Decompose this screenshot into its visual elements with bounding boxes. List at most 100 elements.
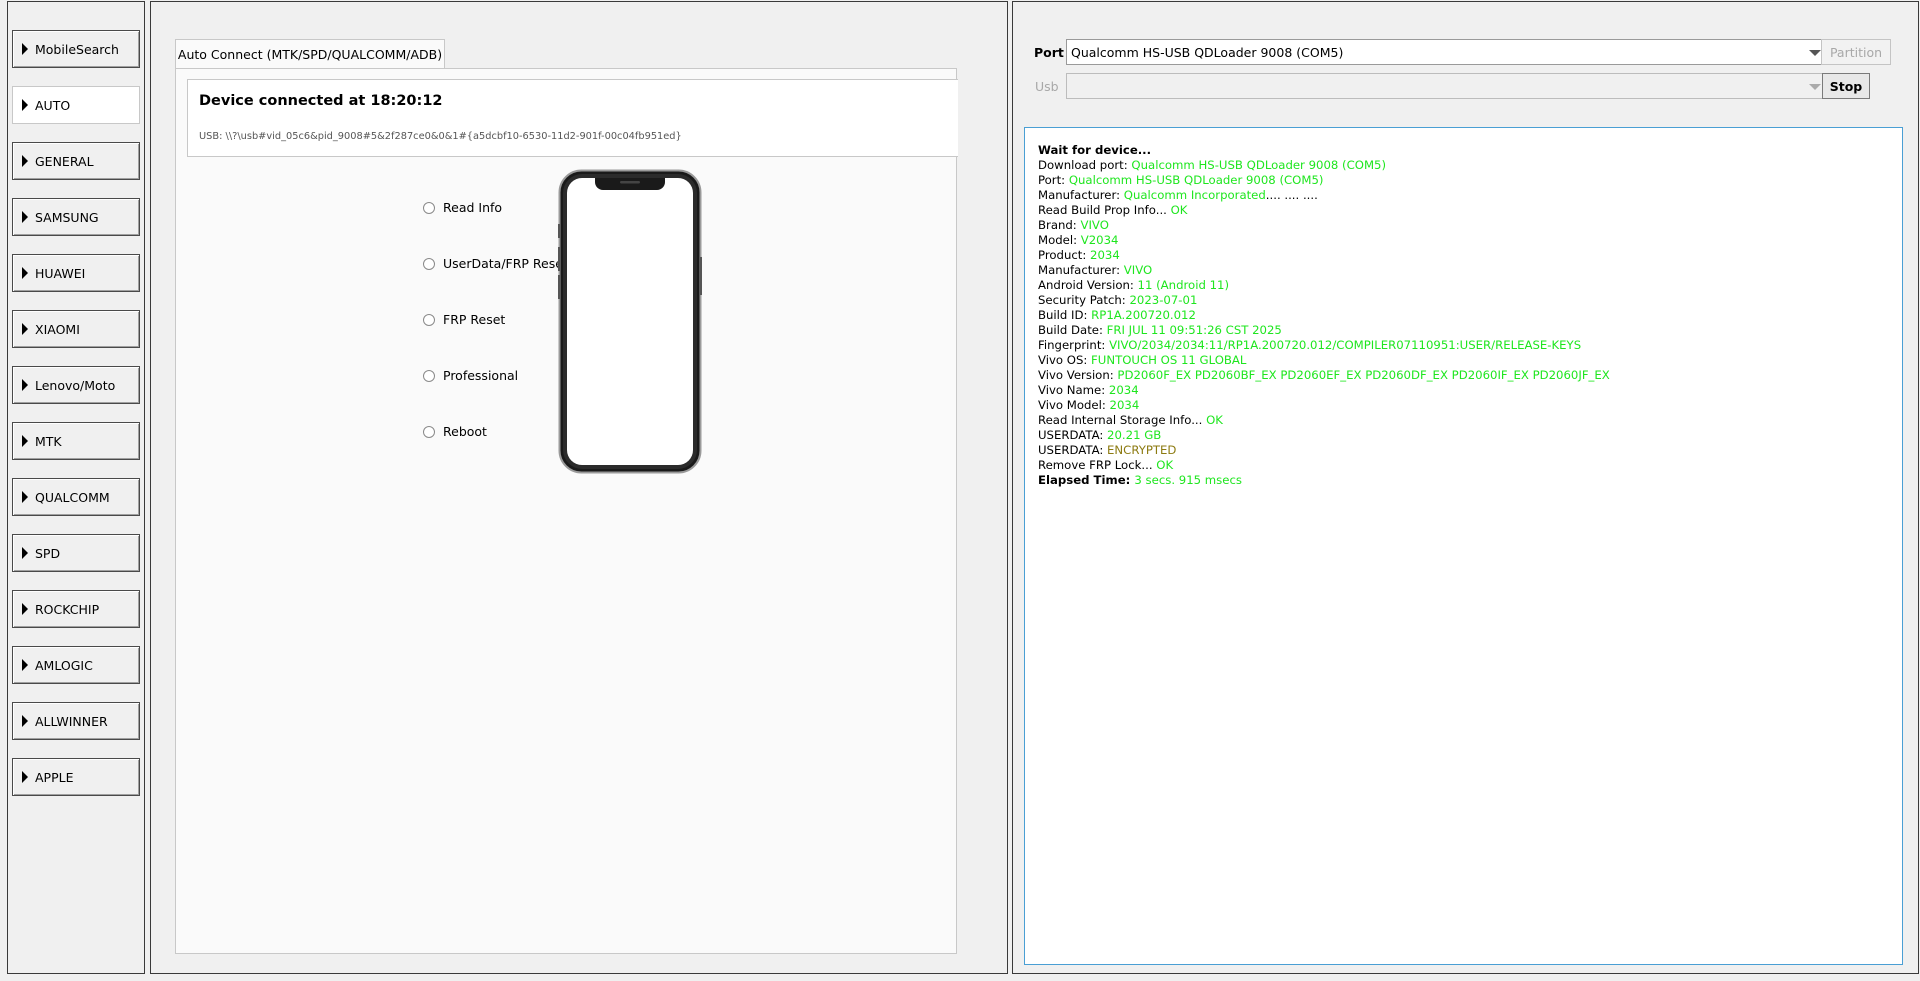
log-line: Model: V2034 xyxy=(1038,233,1902,248)
option-frp-reset[interactable]: FRP Reset xyxy=(423,312,505,327)
expand-arrow-icon xyxy=(22,547,28,559)
option-professional[interactable]: Professional xyxy=(423,368,518,383)
sidebar-item-spd[interactable]: SPD xyxy=(12,534,140,572)
auto-panel: Auto Connect (MTK/SPD/QUALCOMM/ADB) Devi… xyxy=(150,1,1008,974)
sidebar-item-lenovo-moto[interactable]: Lenovo/Moto xyxy=(12,366,140,404)
sidebar-item-label: GENERAL xyxy=(35,153,94,169)
expand-arrow-icon xyxy=(22,267,28,279)
sidebar-item-allwinner[interactable]: ALLWINNER xyxy=(12,702,140,740)
device-status-title: Device connected at 18:20:12 xyxy=(199,93,443,109)
sidebar-item-label: MobileSearch xyxy=(35,41,119,57)
log-value: ENCRYPTED xyxy=(1107,443,1177,457)
sidebar-item-label: AMLOGIC xyxy=(35,657,93,673)
log-value: 2034 xyxy=(1109,398,1140,412)
expand-arrow-icon xyxy=(22,211,28,223)
expand-arrow-icon xyxy=(22,43,28,55)
expand-arrow-icon xyxy=(22,155,28,167)
sidebar-item-label: ROCKCHIP xyxy=(35,601,100,617)
option-userdata-frp-reset[interactable]: UserData/FRP Reset xyxy=(423,256,568,271)
log-key: Security Patch: xyxy=(1038,293,1130,307)
log-line: Wait for device... xyxy=(1038,143,1902,158)
log-line: Brand: VIVO xyxy=(1038,218,1902,233)
sidebar-item-label: AUTO xyxy=(35,97,71,113)
stop-button[interactable]: Stop xyxy=(1822,73,1870,99)
sidebar-item-label: Lenovo/Moto xyxy=(35,377,116,393)
log-value: 2034 xyxy=(1090,248,1120,262)
log-key: Download port: xyxy=(1038,158,1132,172)
log-tail: .... .... .... xyxy=(1265,188,1318,202)
expand-arrow-icon xyxy=(22,491,28,503)
log-line: Read Internal Storage Info... OK xyxy=(1038,413,1902,428)
option-reboot[interactable]: Reboot xyxy=(423,424,487,439)
log-line: Vivo OS: FUNTOUCH OS 11 GLOBAL xyxy=(1038,353,1902,368)
log-value: V2034 xyxy=(1080,233,1119,247)
expand-arrow-icon xyxy=(22,771,28,783)
log-key: Brand: xyxy=(1038,218,1081,232)
tab-auto-connect[interactable]: Auto Connect (MTK/SPD/QUALCOMM/ADB) xyxy=(175,39,445,69)
radio-button[interactable] xyxy=(423,257,435,270)
sidebar-item-general[interactable]: GENERAL xyxy=(12,142,140,180)
radio-button[interactable] xyxy=(423,369,435,382)
option-label: Reboot xyxy=(443,424,487,439)
partition-button[interactable]: Partition xyxy=(1821,39,1891,65)
sidebar-item-label: APPLE xyxy=(35,769,74,785)
log-line: Read Build Prop Info... OK xyxy=(1038,203,1902,218)
log-key: Read Internal Storage Info... xyxy=(1038,413,1207,427)
sidebar-item-amlogic[interactable]: AMLOGIC xyxy=(12,646,140,684)
log-panel: Port Qualcomm HS-USB QDLoader 9008 (COM5… xyxy=(1012,1,1919,974)
log-line: Build ID: RP1A.200720.012 xyxy=(1038,308,1902,323)
option-read-info[interactable]: Read Info xyxy=(423,200,502,215)
log-value: OK xyxy=(1170,203,1188,217)
sidebar-item-label: MTK xyxy=(35,433,62,449)
sidebar-item-auto[interactable]: AUTO xyxy=(12,86,140,124)
log-line: USERDATA: ENCRYPTED xyxy=(1038,443,1902,458)
log-key: Vivo Model: xyxy=(1038,398,1110,412)
log-key: Product: xyxy=(1038,248,1091,262)
option-label: Professional xyxy=(443,368,519,383)
sidebar-item-samsung[interactable]: SAMSUNG xyxy=(12,198,140,236)
log-output: Wait for device... Download port: Qualcom… xyxy=(1024,127,1903,965)
port-select[interactable]: Qualcomm HS-USB QDLoader 9008 (COM5) xyxy=(1066,39,1828,65)
log-key: Vivo Version: xyxy=(1038,368,1118,382)
sidebar-item-label: HUAWEI xyxy=(35,265,86,281)
log-value: FUNTOUCH OS 11 GLOBAL xyxy=(1091,353,1247,367)
sidebar-item-label: SPD xyxy=(35,545,61,561)
sidebar-item-huawei[interactable]: HUAWEI xyxy=(12,254,140,292)
sidebar-item-rockchip[interactable]: ROCKCHIP xyxy=(12,590,140,628)
radio-button[interactable] xyxy=(423,201,435,214)
log-value: Qualcomm Incorporated xyxy=(1123,188,1266,202)
usb-label: Usb xyxy=(1035,79,1059,94)
log-line: Manufacturer: Qualcomm Incorporated.... … xyxy=(1038,188,1902,203)
log-value: VIVO xyxy=(1123,263,1153,277)
log-value: OK xyxy=(1156,458,1174,472)
log-line: Android Version: 11 (Android 11) xyxy=(1038,278,1902,293)
sidebar-item-mobilesearch[interactable]: MobileSearch xyxy=(12,30,140,68)
log-line: Security Patch: 2023-07-01 xyxy=(1038,293,1902,308)
log-key: Remove FRP Lock... xyxy=(1038,458,1157,472)
expand-arrow-icon xyxy=(22,715,28,727)
sidebar-item-qualcomm[interactable]: QUALCOMM xyxy=(12,478,140,516)
log-key: Model: xyxy=(1038,233,1081,247)
sidebar-item-apple[interactable]: APPLE xyxy=(12,758,140,796)
log-line: USERDATA: 20.21 GB xyxy=(1038,428,1902,443)
radio-button[interactable] xyxy=(423,313,435,326)
option-label: UserData/FRP Reset xyxy=(443,256,568,271)
log-line: Elapsed Time: 3 secs. 915 msecs xyxy=(1038,473,1902,488)
tab-page: Device connected at 18:20:12 USB: \\?\us… xyxy=(175,68,958,954)
sidebar-item-label: SAMSUNG xyxy=(35,209,99,225)
log-value: 2034 xyxy=(1108,383,1139,397)
log-line: Vivo Model: 2034 xyxy=(1038,398,1902,413)
log-line: Port: Qualcomm HS-USB QDLoader 9008 (COM… xyxy=(1038,173,1902,188)
log-key: Manufacturer: xyxy=(1038,188,1124,202)
sidebar-item-xiaomi[interactable]: XIAOMI xyxy=(12,310,140,348)
expand-arrow-icon xyxy=(22,323,28,335)
chevron-down-icon xyxy=(1809,84,1821,90)
expand-arrow-icon xyxy=(22,435,28,447)
sidebar-item-mtk[interactable]: MTK xyxy=(12,422,140,460)
expand-arrow-icon xyxy=(22,99,28,111)
usb-select[interactable] xyxy=(1066,73,1828,99)
radio-button[interactable] xyxy=(423,425,435,438)
log-key: Build Date: xyxy=(1038,323,1107,337)
phone-image xyxy=(558,169,702,474)
log-value: Qualcomm HS-USB QDLoader 9008 (COM5) xyxy=(1131,158,1387,172)
